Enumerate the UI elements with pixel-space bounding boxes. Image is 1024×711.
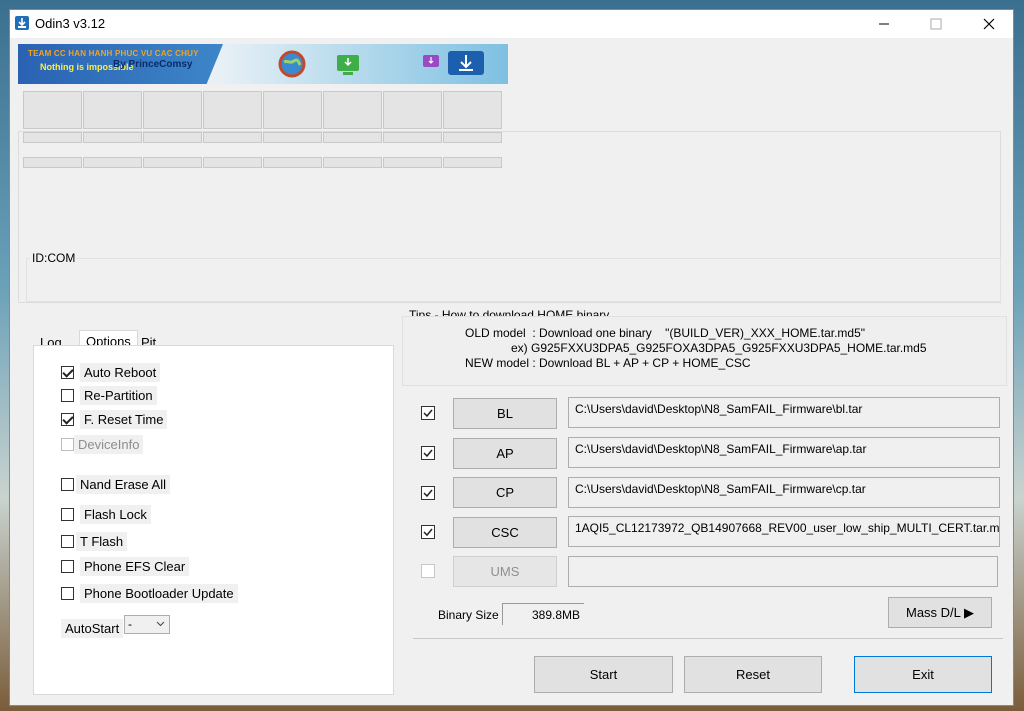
option-label: Nand Erase All	[76, 474, 170, 494]
port-slot	[263, 91, 322, 129]
option-auto-reboot[interactable]: Auto Reboot	[61, 362, 161, 382]
flash-lock-checkbox[interactable]	[61, 507, 74, 521]
option-phone-bootloader-update[interactable]: Phone Bootloader Update	[61, 583, 238, 603]
t-flash-checkbox[interactable]	[61, 534, 74, 548]
window-title: Odin3 v3.12	[35, 16, 106, 31]
start-label: Start	[589, 667, 618, 682]
nand-erase-all-checkbox[interactable]	[61, 477, 74, 491]
minimize-button[interactable]	[861, 10, 907, 38]
ap-path: C:\Users\david\Desktop\N8_SamFAIL_Firmwa…	[575, 442, 867, 456]
tips-line-3: NEW model : Download BL + AP + CP + HOME…	[465, 356, 751, 370]
option-label: T Flash	[76, 531, 128, 551]
option-phone-efs-clear[interactable]: Phone EFS Clear	[61, 556, 190, 576]
exit-button[interactable]: Exit	[854, 656, 992, 693]
ums-button: UMS	[453, 556, 557, 587]
option-label: DeviceInfo	[74, 434, 144, 454]
cp-path-field[interactable]: C:\Users\david\Desktop\N8_SamFAIL_Firmwa…	[568, 477, 1000, 508]
odin-window: Odin3 v3.12 TEAM CC HAN HANH PHUC VU CAC…	[9, 9, 1014, 706]
ap-path-field[interactable]: C:\Users\david\Desktop\N8_SamFAIL_Firmwa…	[568, 437, 1000, 468]
cp-button[interactable]: CP	[453, 477, 557, 508]
chevron-down-icon	[156, 621, 165, 627]
download-green-icon	[337, 55, 359, 75]
csc-button-label: CSC	[491, 525, 519, 540]
minimize-icon	[879, 23, 889, 25]
odin-app-icon	[15, 16, 29, 30]
autostart-label: AutoStart	[61, 619, 124, 638]
auto-reboot-checkbox[interactable]	[61, 365, 74, 379]
option-label: Phone EFS Clear	[80, 556, 190, 576]
ums-button-label: UMS	[490, 564, 520, 579]
tips-line-1: OLD model : Download one binary "(BUILD_…	[465, 326, 866, 340]
binary-size-field: 389.8MB	[502, 603, 584, 625]
option-f-reset-time[interactable]: F. Reset Time	[61, 409, 168, 429]
bl-button-label: BL	[497, 406, 513, 421]
id-com-box	[26, 258, 1001, 302]
port-slot	[203, 91, 262, 129]
options-panel: Auto Reboot Re-Partition F. Reset Time D…	[33, 345, 394, 695]
exit-label: Exit	[912, 667, 934, 682]
option-re-partition[interactable]: Re-Partition	[61, 385, 157, 405]
csc-path: 1AQI5_CL12173972_QB14907668_REV00_user_l…	[575, 521, 1000, 535]
ums-checkbox	[421, 564, 435, 578]
binary-size-value: 389.8MB	[531, 608, 580, 622]
option-label: Auto Reboot	[80, 362, 161, 382]
port-slot	[323, 91, 382, 129]
promo-banner: TEAM CC HAN HANH PHUC VU CAC CHUY Nothin…	[18, 44, 508, 84]
title-bar: Odin3 v3.12	[10, 10, 1013, 38]
banner-line-1: TEAM CC HAN HANH PHUC VU CAC CHUY	[28, 49, 199, 58]
ap-button[interactable]: AP	[453, 438, 557, 469]
option-label: Phone Bootloader Update	[80, 583, 238, 603]
reset-button[interactable]: Reset	[684, 656, 822, 693]
bl-path-field[interactable]: C:\Users\david\Desktop\N8_SamFAIL_Firmwa…	[568, 397, 1000, 428]
autostart-value: -	[128, 617, 132, 631]
option-flash-lock[interactable]: Flash Lock	[61, 504, 151, 524]
bl-button[interactable]: BL	[453, 398, 557, 429]
reset-label: Reset	[736, 667, 770, 682]
port-slot	[143, 91, 202, 129]
option-label: Flash Lock	[80, 504, 151, 524]
csc-path-field[interactable]: 1AQI5_CL12173972_QB14907668_REV00_user_l…	[568, 516, 1000, 547]
bl-path: C:\Users\david\Desktop\N8_SamFAIL_Firmwa…	[575, 402, 863, 416]
globe-icon	[278, 50, 306, 78]
tips-line-2: ex) G925FXXU3DPA5_G925FOXA3DPA5_G925FXXU…	[511, 341, 927, 355]
start-button[interactable]: Start	[534, 656, 673, 693]
csc-checkbox[interactable]	[421, 525, 435, 539]
ap-button-label: AP	[496, 446, 514, 461]
device-info-checkbox	[61, 437, 74, 451]
ap-checkbox[interactable]	[421, 446, 435, 460]
option-nand-erase-all[interactable]: Nand Erase All	[61, 474, 170, 494]
download-blue-icon	[448, 51, 484, 75]
csc-button[interactable]: CSC	[453, 517, 557, 548]
ums-path-field	[568, 556, 998, 587]
port-slot	[383, 91, 442, 129]
autostart-select[interactable]: -	[124, 615, 170, 634]
re-partition-checkbox[interactable]	[61, 388, 74, 402]
option-label: Re-Partition	[80, 385, 157, 405]
tips-box: OLD model : Download one binary "(BUILD_…	[402, 316, 1007, 386]
cp-checkbox[interactable]	[421, 486, 435, 500]
divider	[413, 638, 1003, 639]
port-slot	[83, 91, 142, 129]
close-button[interactable]	[966, 10, 1012, 38]
download-purple-icon	[423, 55, 439, 67]
f-reset-time-checkbox[interactable]	[61, 412, 74, 426]
port-slot	[23, 91, 82, 129]
option-device-info: DeviceInfo	[61, 434, 144, 454]
option-label: F. Reset Time	[80, 409, 168, 429]
phone-efs-clear-checkbox[interactable]	[61, 559, 74, 573]
id-com-label: ID:COM	[30, 251, 78, 265]
mass-dl-label: Mass D/L ▶	[905, 604, 975, 620]
phone-bootloader-update-checkbox[interactable]	[61, 586, 74, 600]
bl-checkbox[interactable]	[421, 406, 435, 420]
mass-dl-button[interactable]: Mass D/L ▶	[888, 597, 992, 628]
cp-path: C:\Users\david\Desktop\N8_SamFAIL_Firmwa…	[575, 482, 866, 496]
cp-button-label: CP	[495, 485, 515, 500]
option-t-flash[interactable]: T Flash	[61, 531, 128, 551]
binary-size-label: Binary Size	[438, 608, 499, 622]
port-slot	[443, 91, 502, 129]
maximize-button[interactable]	[913, 10, 959, 38]
banner-line-3: By PrinceComsy	[113, 59, 193, 70]
close-icon	[983, 18, 995, 30]
maximize-icon	[930, 18, 942, 30]
